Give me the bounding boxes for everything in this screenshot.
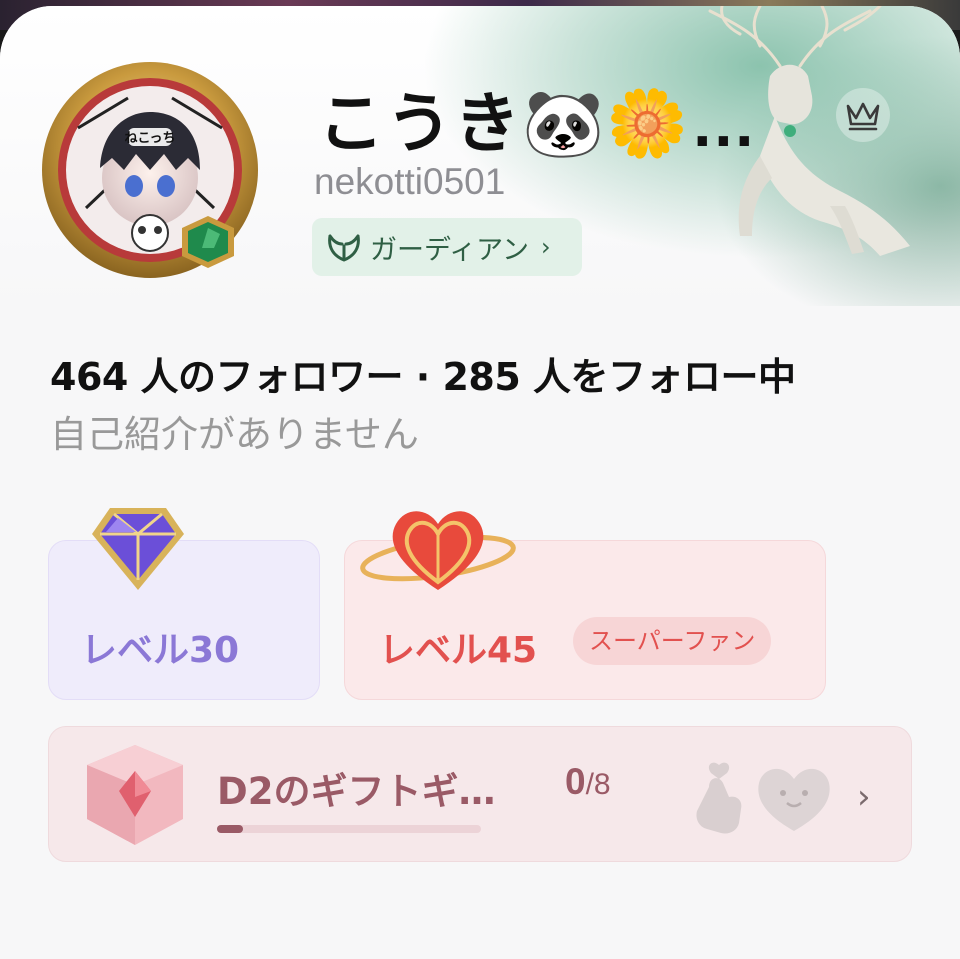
heart-planet-icon xyxy=(360,511,516,590)
gift-count: 0/8 xyxy=(565,761,611,803)
superfan-badge: スーパーファン xyxy=(573,617,772,665)
crown-icon xyxy=(846,102,880,131)
purple-gem-icon xyxy=(92,508,184,590)
username: nekotti0501 xyxy=(314,161,506,202)
pink-gem-cube-icon xyxy=(87,745,183,845)
guardian-antlers-icon xyxy=(328,234,360,262)
finger-heart-icon xyxy=(696,762,742,834)
gift-current: 0 xyxy=(565,761,586,802)
gift-title: D2のギフトギ… xyxy=(217,770,496,813)
crown-button[interactable] xyxy=(836,88,890,142)
profile-card: ねこっち こうき🐼🌼… nekotti0501 ガーディアン › 464 人のフ… xyxy=(0,6,960,959)
level-label-purple: レベル30 xyxy=(81,630,240,671)
chevron-right-icon: › xyxy=(857,777,871,817)
gift-progress-fill xyxy=(217,825,244,833)
avatar-tag: ねこっち xyxy=(124,131,175,146)
guardian-badge[interactable]: ガーディアン › xyxy=(312,218,582,276)
level-label-red: レベル45 xyxy=(379,630,538,671)
gift-progress-bar xyxy=(217,825,481,833)
heart-blob-icon xyxy=(758,768,830,831)
guardian-badge-label: ガーディアン xyxy=(370,234,530,266)
avatar[interactable]: ねこっち xyxy=(38,58,278,298)
gift-gallery-card[interactable]: D2のギフトギ… 0/8 › xyxy=(48,726,912,862)
bio-text: 自己紹介がありません xyxy=(50,413,419,456)
display-name: こうき🐼🌼… xyxy=(318,86,759,160)
gift-total: /8 xyxy=(585,768,611,801)
follow-stats[interactable]: 464 人のフォロワー · 285 人をフォロー中 xyxy=(50,346,796,401)
avatar-frame: ねこっち xyxy=(42,62,258,278)
chevron-right-icon: › xyxy=(541,233,551,261)
